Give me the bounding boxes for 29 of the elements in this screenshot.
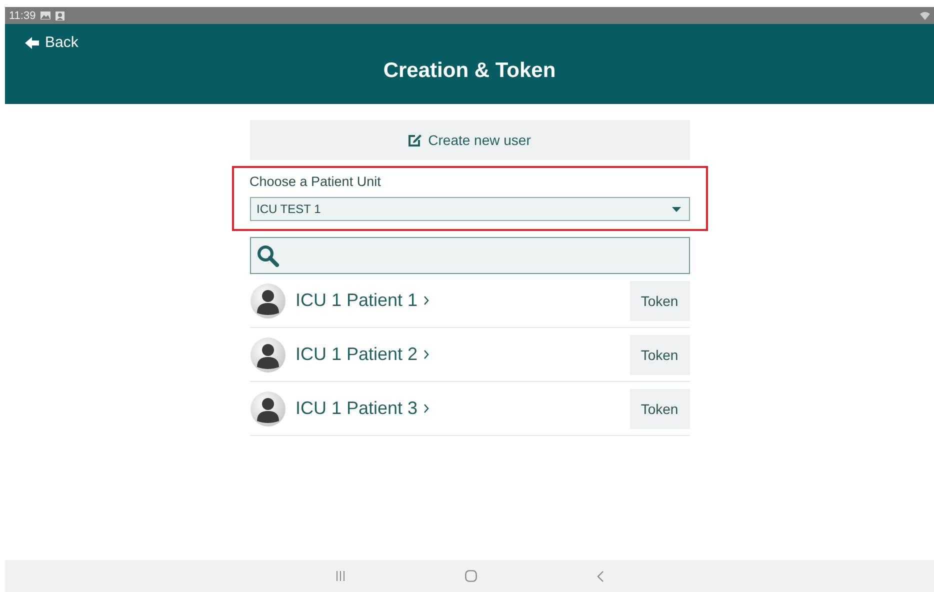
unit-label: Choose a Patient Unit [250,174,382,189]
page-title: Creation & Token [382,59,557,83]
avatar-icon [250,282,286,318]
home-icon[interactable] [464,570,476,582]
token-button[interactable]: Token [630,280,690,320]
person-icon [54,10,65,20]
avatar-icon [250,390,286,426]
patient-name[interactable]: ICU 1 Patient 2 [296,344,418,365]
status-time: 11:39 [9,10,36,22]
patient-name[interactable]: ICU 1 Patient 3 [296,398,418,419]
image-icon [40,11,51,20]
patient-name[interactable]: ICU 1 Patient 1 [296,290,418,311]
recent-apps-icon[interactable] [336,571,344,581]
unit-dropdown[interactable]: ICU TEST 1 [250,197,690,221]
dropdown-caret-icon [672,206,680,212]
chevron-icon [424,350,429,359]
wifi-icon [920,11,930,20]
token-button[interactable]: Token [630,388,690,428]
search-icon [256,244,278,266]
chevron-icon [424,404,429,413]
arrow-left-icon [25,36,39,48]
back-button[interactable]: Back [25,34,78,51]
search-field[interactable] [250,237,690,274]
create-user-button[interactable]: Create new user [250,120,690,160]
avatar-icon [250,336,286,372]
token-button[interactable]: Token [630,334,690,374]
chevron-icon [424,296,429,305]
edit-icon [408,134,422,146]
back-icon[interactable] [596,570,604,582]
